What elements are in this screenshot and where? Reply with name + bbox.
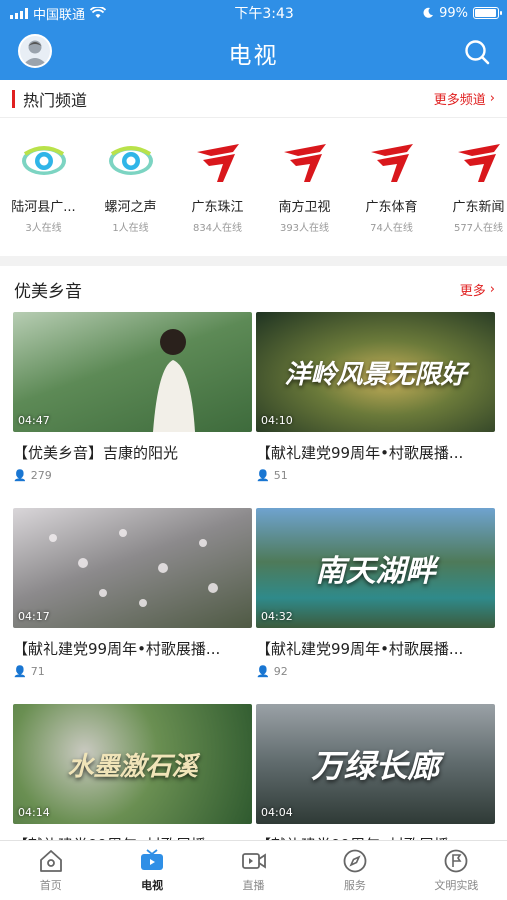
compass-icon xyxy=(343,849,367,873)
video-duration: 04:32 xyxy=(261,610,293,623)
hot-channels-header: 热门频道 更多频道 › xyxy=(0,80,507,118)
channel-online: 74人在线 xyxy=(370,223,413,234)
video-title: 【献礼建党99周年•村歌展播... xyxy=(256,444,464,462)
channel-name: 广东新闻 xyxy=(452,200,505,215)
video-card[interactable]: 南天湖畔 04:32 【献礼建党99周年•村歌展播... 👤 92 xyxy=(256,508,495,704)
video-thumbnail[interactable]: 04:17 xyxy=(13,508,252,628)
channel-name: 广东体育 xyxy=(365,200,418,215)
user-icon: 👤 xyxy=(256,665,270,678)
section-divider xyxy=(0,256,507,266)
video-thumbnail[interactable]: 洋岭风景无限好 04:10 xyxy=(256,312,495,432)
battery-icon xyxy=(473,7,502,19)
video-thumbnail[interactable]: 04:47 xyxy=(13,312,252,432)
app-header: 电视 xyxy=(0,26,507,80)
channel-name: 螺河之声 xyxy=(104,200,157,215)
guangdong-logo-icon xyxy=(283,144,326,182)
tab-civilization[interactable]: 文明实践 xyxy=(406,841,507,900)
more-channels-label: 更多频道 xyxy=(433,93,486,108)
video-duration: 04:04 xyxy=(261,806,293,819)
video-thumbnail[interactable]: 水墨激石溪 04:14 xyxy=(13,704,252,824)
video-card[interactable]: 洋岭风景无限好 04:10 【献礼建党99周年•村歌展播... 👤 51 xyxy=(256,312,495,508)
channel-item[interactable]: 南方卫视 393人在线 xyxy=(261,136,348,256)
channel-item[interactable]: 广东新闻 577人在线 xyxy=(435,136,507,256)
video-title: 【献礼建党99周年•村歌展播... xyxy=(256,640,464,658)
avatar[interactable] xyxy=(18,34,52,68)
signal-icon xyxy=(10,7,28,19)
video-duration: 04:47 xyxy=(18,414,50,427)
section-header: 优美乡音 更多 › xyxy=(0,266,507,312)
status-bar: 中国联通 下午3:43 99% xyxy=(0,0,507,26)
more-channels-link[interactable]: 更多频道 › xyxy=(434,89,495,108)
tab-label: 文明实践 xyxy=(434,879,479,892)
top-bar: 中国联通 下午3:43 99% 电视 xyxy=(0,0,507,80)
video-views: 92 xyxy=(273,665,288,678)
tab-service[interactable]: 服务 xyxy=(304,841,405,900)
carrier-label: 中国联通 xyxy=(33,7,86,23)
channel-online: 577人在线 xyxy=(453,223,504,234)
eye-logo-icon xyxy=(108,146,153,175)
video-views: 279 xyxy=(30,469,52,482)
guangdong-logo-icon xyxy=(457,144,500,182)
battery-percent: 99% xyxy=(439,5,468,21)
channel-name: 南方卫视 xyxy=(278,200,331,215)
video-title: 【优美乡音】吉康的阳光 xyxy=(13,444,179,462)
app-root: 中国联通 下午3:43 99% 电视 热门频道 更多频道 › 陆河县广... 3… xyxy=(0,0,507,900)
guangdong-logo-icon xyxy=(370,144,413,182)
channel-item[interactable]: 陆河县广... 3人在线 xyxy=(0,136,87,256)
tab-tv[interactable]: 电视 xyxy=(101,841,202,900)
bottom-tab-bar: 首页 电视 直播 服务 文明实践 xyxy=(0,840,507,900)
chevron-right-icon: › xyxy=(489,281,495,297)
video-duration: 04:14 xyxy=(18,806,50,819)
tab-label: 服务 xyxy=(343,879,366,892)
hot-channels-title: 热门频道 xyxy=(23,90,88,110)
live-camera-icon xyxy=(241,853,266,869)
channel-name: 广东珠江 xyxy=(191,200,244,215)
channel-online: 1人在线 xyxy=(112,223,149,234)
video-duration: 04:10 xyxy=(261,414,293,427)
channel-item[interactable]: 螺河之声 1人在线 xyxy=(87,136,174,256)
guangdong-logo-icon xyxy=(196,144,239,182)
tab-label: 电视 xyxy=(141,879,164,892)
video-thumbnail[interactable]: 万绿长廊 04:04 xyxy=(256,704,495,824)
tab-label: 直播 xyxy=(242,879,265,892)
tv-icon xyxy=(141,849,164,870)
channel-online: 3人在线 xyxy=(25,223,62,234)
channel-online: 834人在线 xyxy=(192,223,243,234)
tab-home[interactable]: 首页 xyxy=(0,841,101,900)
video-views: 71 xyxy=(30,665,45,678)
tab-live[interactable]: 直播 xyxy=(203,841,304,900)
wifi-icon xyxy=(90,7,107,18)
video-grid: 04:47 【优美乡音】吉康的阳光 👤 279 洋岭风景无限好 04:10 【献礼… xyxy=(0,312,507,900)
video-duration: 04:17 xyxy=(18,610,50,623)
page-title: 电视 xyxy=(228,43,279,69)
hot-channels-section: 热门频道 更多频道 › 陆河县广... 3人在线 螺河之声 1人在线 广东珠江 8… xyxy=(0,80,507,256)
video-title: 【献礼建党99周年•村歌展播... xyxy=(13,640,221,658)
home-icon xyxy=(39,850,62,872)
section-marker xyxy=(12,89,15,108)
eye-logo-icon xyxy=(21,146,66,175)
channel-list: 陆河县广... 3人在线 螺河之声 1人在线 广东珠江 834人在线 南方卫视 … xyxy=(0,118,507,256)
moon-icon xyxy=(423,7,434,18)
more-videos-link[interactable]: 更多 › xyxy=(460,280,495,299)
flag-circle-icon xyxy=(444,849,468,873)
channel-item[interactable]: 广东体育 74人在线 xyxy=(348,136,435,256)
more-videos-label: 更多 xyxy=(459,283,486,299)
search-icon[interactable] xyxy=(463,38,491,66)
channel-name: 陆河县广... xyxy=(11,200,76,215)
video-card[interactable]: 04:17 【献礼建党99周年•村歌展播... 👤 71 xyxy=(13,508,252,704)
user-icon: 👤 xyxy=(256,469,270,482)
user-icon: 👤 xyxy=(13,469,27,482)
section-title: 优美乡音 xyxy=(14,281,82,302)
video-views: 51 xyxy=(273,469,288,482)
tab-label: 首页 xyxy=(39,879,62,892)
status-time: 下午3:43 xyxy=(234,6,294,22)
chevron-right-icon: › xyxy=(489,91,495,106)
channel-online: 393人在线 xyxy=(279,223,330,234)
user-icon: 👤 xyxy=(13,665,27,678)
channel-item[interactable]: 广东珠江 834人在线 xyxy=(174,136,261,256)
video-thumbnail[interactable]: 南天湖畔 04:32 xyxy=(256,508,495,628)
video-card[interactable]: 04:47 【优美乡音】吉康的阳光 👤 279 xyxy=(13,312,252,508)
